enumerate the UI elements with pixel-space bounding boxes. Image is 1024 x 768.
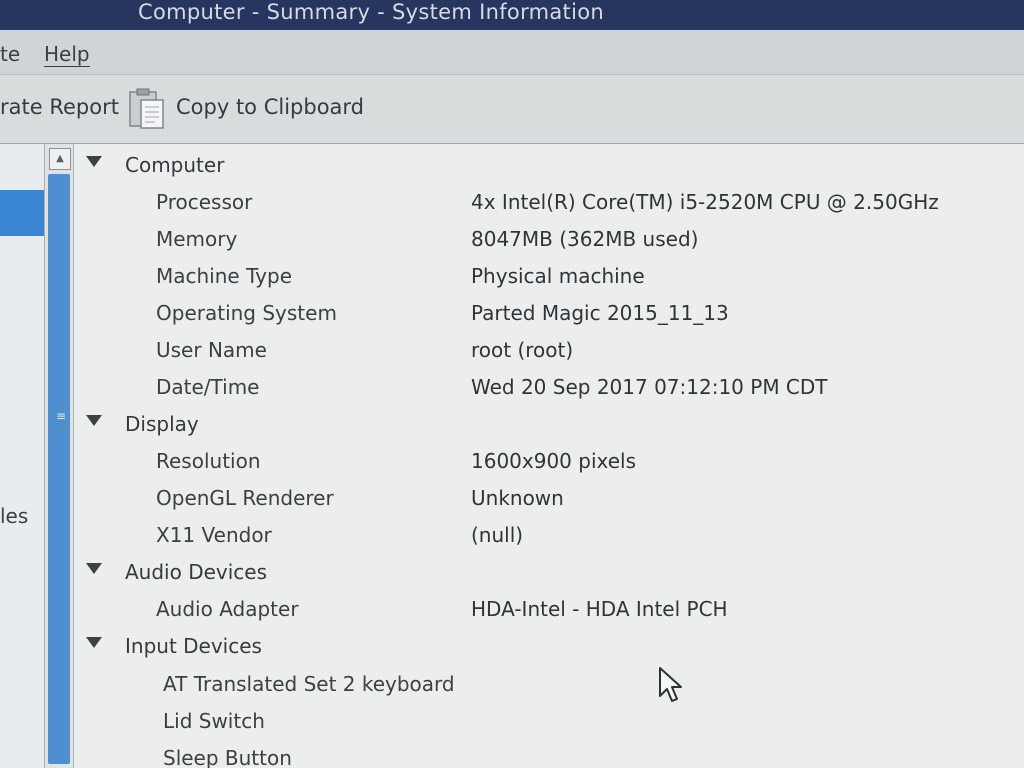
section-display[interactable]: Display <box>74 406 1024 443</box>
mouse-pointer-icon <box>659 667 682 702</box>
sidebar-selected-item[interactable] <box>0 190 44 236</box>
row-key: Audio Adapter <box>156 597 299 621</box>
section-label: Display <box>125 412 199 436</box>
section-label: Audio Devices <box>125 560 268 584</box>
tree-row[interactable]: AT Translated Set 2 keyboard <box>74 666 1024 703</box>
row-value: Physical machine <box>471 264 645 288</box>
row-key: AT Translated Set 2 keyboard <box>163 672 455 696</box>
row-value: HDA-Intel - HDA Intel PCH <box>471 597 728 621</box>
vertical-scrollbar[interactable]: ▲ ≡ <box>45 144 74 768</box>
row-key: Sleep Button <box>163 746 292 768</box>
tree-row[interactable]: Memory 8047MB (362MB used) <box>74 221 1024 258</box>
row-key: Machine Type <box>156 264 293 288</box>
copy-to-clipboard-button[interactable]: Copy to Clipboard <box>176 95 364 119</box>
expander-triangle-icon[interactable] <box>86 637 102 648</box>
tree-row[interactable]: Sleep Button <box>74 740 1024 768</box>
toolbar: rate Report Copy to Clipboard <box>0 75 1024 144</box>
expander-triangle-icon[interactable] <box>86 156 102 167</box>
tree-row[interactable]: User Name root (root) <box>74 332 1024 369</box>
sidebar-panel[interactable]: les <box>0 144 45 768</box>
menu-item-help-label: Help <box>44 42 90 67</box>
sidebar-item-label[interactable]: les <box>0 504 28 528</box>
section-label: Input Devices <box>125 634 262 658</box>
row-value: 8047MB (362MB used) <box>471 227 699 251</box>
row-value: Parted Magic 2015_11_13 <box>471 301 729 325</box>
window-title: Computer - Summary - System Information <box>138 0 604 24</box>
section-computer[interactable]: Computer <box>74 147 1024 184</box>
row-key: Operating System <box>156 301 337 325</box>
row-value: Wed 20 Sep 2017 07:12:10 PM CDT <box>471 375 828 399</box>
row-key: Memory <box>156 227 238 251</box>
row-key: Resolution <box>156 449 261 473</box>
scrollbar-thumb[interactable]: ≡ <box>48 174 70 764</box>
menu-item-partial[interactable]: te <box>0 42 20 66</box>
scroll-grip-icon: ≡ <box>56 409 67 423</box>
row-value: root (root) <box>471 338 574 362</box>
tree-row[interactable]: Processor 4x Intel(R) Core(TM) i5-2520M … <box>74 184 1024 221</box>
row-value: 1600x900 pixels <box>471 449 637 473</box>
menu-bar: te Help <box>0 30 1024 75</box>
tree-row[interactable]: OpenGL Renderer Unknown <box>74 480 1024 517</box>
tree-row[interactable]: X11 Vendor (null) <box>74 517 1024 554</box>
tree-row[interactable]: Lid Switch <box>74 703 1024 740</box>
details-tree: Computer Processor 4x Intel(R) Core(TM) … <box>74 144 1024 768</box>
window-titlebar: Computer - Summary - System Information <box>0 0 1024 30</box>
section-input-devices[interactable]: Input Devices <box>74 628 1024 665</box>
clipboard-icon[interactable] <box>128 88 166 132</box>
expander-triangle-icon[interactable] <box>86 415 102 426</box>
section-label: Computer <box>125 153 225 177</box>
row-key: Processor <box>156 190 253 214</box>
tree-row[interactable]: Resolution 1600x900 pixels <box>74 443 1024 480</box>
row-key: Lid Switch <box>163 709 265 733</box>
row-value: Unknown <box>471 486 564 510</box>
generate-report-button[interactable]: rate Report <box>0 95 119 119</box>
section-audio-devices[interactable]: Audio Devices <box>74 554 1024 591</box>
tree-row[interactable]: Audio Adapter HDA-Intel - HDA Intel PCH <box>74 591 1024 628</box>
row-key: X11 Vendor <box>156 523 272 547</box>
scroll-up-arrow-icon[interactable]: ▲ <box>49 148 71 170</box>
row-value: 4x Intel(R) Core(TM) i5-2520M CPU @ 2.50… <box>471 190 939 214</box>
row-key: User Name <box>156 338 267 362</box>
row-key: Date/Time <box>156 375 260 399</box>
expander-triangle-icon[interactable] <box>86 563 102 574</box>
tree-row[interactable]: Machine Type Physical machine <box>74 258 1024 295</box>
tree-row[interactable]: Operating System Parted Magic 2015_11_13 <box>74 295 1024 332</box>
tree-row[interactable]: Date/Time Wed 20 Sep 2017 07:12:10 PM CD… <box>74 369 1024 406</box>
menu-item-help[interactable]: Help <box>44 42 90 67</box>
row-key: OpenGL Renderer <box>156 486 334 510</box>
row-value: (null) <box>471 523 524 547</box>
